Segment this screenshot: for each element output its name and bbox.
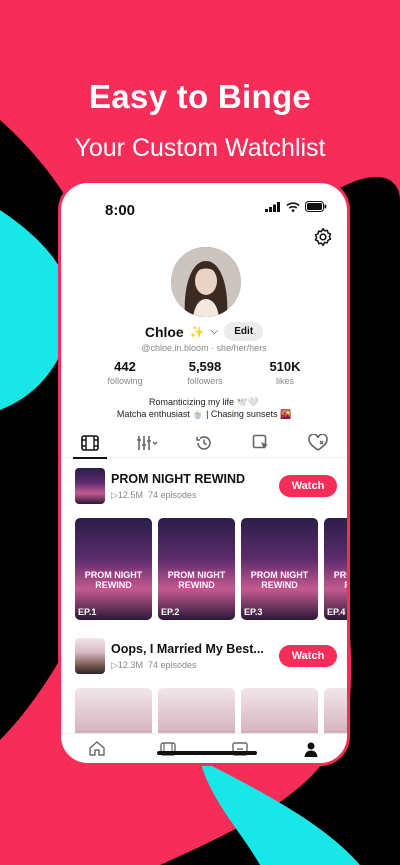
show-info: Oops, I Married My Best... ▷12.3M 74 epi… — [111, 642, 279, 671]
stat-value: 442 — [114, 359, 136, 374]
show-thumbnail[interactable] — [75, 638, 105, 674]
profile-name-row: Chloe ✨ ⌵ Edit — [61, 322, 347, 341]
home-icon[interactable] — [89, 741, 105, 756]
edit-profile-button[interactable]: Edit — [224, 322, 264, 341]
show-episodes: 74 episodes — [147, 489, 197, 500]
wifi-icon — [286, 201, 300, 212]
episode-label: EP.4 — [327, 607, 346, 617]
show-title: Oops, I Married My Best... — [111, 641, 264, 656]
stat-value: 510K — [269, 359, 301, 374]
episode-row: PROM NIGHT REWIND EP.1 PROM NIGHT REWIND… — [75, 518, 347, 620]
episode-cover-text: PROM NIGHT REWIND — [333, 570, 347, 590]
watch-button[interactable]: Watch — [279, 645, 337, 667]
show-episodes: 74 episodes — [147, 659, 197, 670]
episode-card[interactable]: PROM NIGHT REWIND EP.2 — [158, 518, 235, 620]
episode-label: EP.2 — [161, 607, 180, 617]
show-header[interactable]: PROM NIGHT REWIND ▷12.5M 74 episodes Wat… — [75, 468, 337, 504]
status-icons — [265, 201, 327, 212]
stat-value: 5,598 — [188, 359, 222, 374]
stat-followers[interactable]: 5,598 followers — [165, 359, 245, 386]
gear-icon[interactable] — [313, 227, 333, 247]
phone-frame: 8:00 Chloe ✨ ⌵ Edit @chloe.in.bloom · sh… — [58, 180, 350, 766]
show-views: 12.3M — [117, 659, 143, 670]
stat-following[interactable]: 442 following — [85, 359, 165, 386]
episode-label: EP.1 — [78, 607, 97, 617]
show-info: PROM NIGHT REWIND ▷12.5M 74 episodes — [111, 472, 279, 501]
episode-cover-text: PROM NIGHT REWIND — [167, 570, 226, 590]
avatar[interactable] — [171, 247, 241, 317]
home-indicator — [157, 751, 257, 755]
profile-bio: Romanticizing my life 🕊️🤍 Matcha enthusi… — [61, 396, 347, 420]
promo-headline: Easy to Binge — [88, 78, 312, 115]
show-header[interactable]: Oops, I Married My Best... ▷12.3M 74 epi… — [75, 638, 337, 674]
profile-stats: 442 following 5,598 followers 510K likes — [85, 359, 325, 386]
sparkle-icon: ✨ — [189, 324, 205, 339]
show-item: PROM NIGHT REWIND ▷12.5M 74 episodes Wat… — [75, 468, 347, 620]
stat-label: following — [107, 376, 143, 386]
battery-icon — [305, 201, 327, 212]
history-icon — [196, 435, 211, 450]
bookmark-tap-icon — [252, 434, 269, 449]
profile-tabs — [61, 428, 347, 459]
sliders-icon — [136, 435, 158, 450]
bottom-nav — [61, 733, 347, 763]
status-time: 8:00 — [105, 202, 136, 219]
episode-cover-text: PROM NIGHT REWIND — [250, 570, 309, 590]
stat-label: followers — [187, 376, 223, 386]
play-icon: ▷ — [111, 489, 118, 500]
promo-subheadline: Your Custom Watchlist — [74, 134, 326, 162]
episode-card[interactable]: PROM NIGHT REWIND EP.4 — [324, 518, 347, 620]
bio-line: Matcha enthusiast 🍵 | Chasing sunsets 🌇 — [116, 409, 292, 419]
stat-likes[interactable]: 510K likes — [245, 359, 325, 386]
show-meta: ▷12.3M 74 episodes — [111, 660, 279, 671]
film-icon — [80, 434, 99, 451]
episode-card[interactable]: PROM NIGHT REWIND EP.1 — [75, 518, 152, 620]
bio-line: Romanticizing my life 🕊️🤍 — [149, 397, 259, 407]
tab-videos[interactable] — [70, 428, 110, 459]
episode-cover-text: PROM NIGHT REWIND — [84, 570, 143, 590]
show-meta: ▷12.5M 74 episodes — [111, 490, 279, 501]
heart-icon — [308, 433, 329, 451]
episode-card[interactable]: PROM NIGHT REWIND EP.3 — [241, 518, 318, 620]
show-title: PROM NIGHT REWIND — [111, 471, 246, 486]
profile-icon[interactable] — [303, 741, 319, 757]
tab-saved[interactable] — [241, 428, 281, 458]
avatar-portrait — [171, 247, 241, 317]
episode-label: EP.3 — [244, 607, 263, 617]
watch-button[interactable]: Watch — [279, 475, 337, 497]
tab-history[interactable] — [184, 428, 224, 458]
tab-liked[interactable] — [298, 428, 338, 458]
signal-icon — [265, 201, 280, 212]
chevron-down-icon[interactable]: ⌵ — [211, 326, 219, 337]
show-thumbnail[interactable] — [75, 468, 105, 504]
app-screen: 8:00 Chloe ✨ ⌵ Edit @chloe.in.bloom · sh… — [61, 183, 347, 763]
tab-filters[interactable] — [127, 428, 167, 458]
profile-name: Chloe — [144, 323, 184, 340]
profile-handle: @chloe.in.bloom · she/her/hers — [141, 343, 267, 353]
show-views: 12.5M — [117, 489, 143, 500]
stat-label: likes — [275, 376, 294, 386]
play-icon: ▷ — [111, 659, 118, 670]
